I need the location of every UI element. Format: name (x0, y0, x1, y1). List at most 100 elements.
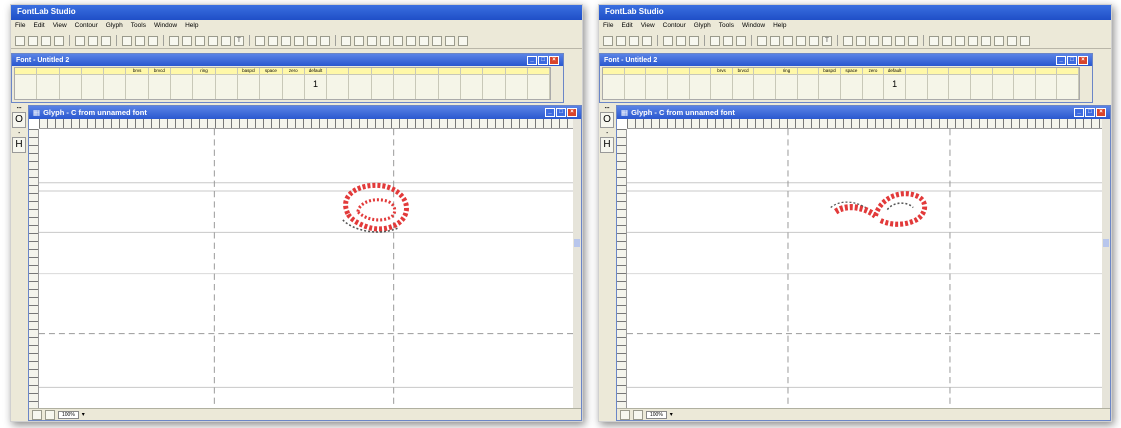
knife-icon[interactable] (856, 35, 866, 46)
pencil-icon[interactable] (783, 35, 793, 46)
frame-icon[interactable] (320, 35, 330, 46)
font-grid-cell[interactable]: space (260, 68, 283, 99)
glyph-canvas[interactable] (627, 129, 1102, 408)
font-grid-cell[interactable] (215, 68, 238, 99)
font-grid-cell[interactable]: zero (862, 68, 885, 99)
font-grid-cell[interactable] (349, 68, 372, 99)
point-icon[interactable] (843, 35, 853, 46)
font-grid-cell[interactable]: zero (282, 68, 305, 99)
measure-icon[interactable] (221, 35, 231, 46)
grid-icon[interactable] (294, 35, 304, 46)
font-grid-cell[interactable]: brvs (126, 68, 149, 99)
font-grid-cell[interactable]: default 1 (304, 68, 328, 99)
font-grid-cell[interactable] (371, 68, 395, 99)
square-icon[interactable] (994, 35, 1004, 46)
hint-v-icon[interactable] (406, 35, 416, 46)
menu-view[interactable]: View (53, 22, 67, 31)
font-grid-cell[interactable] (1057, 68, 1080, 99)
arrow-tool-icon[interactable] (341, 35, 351, 46)
font-grid-cell[interactable] (59, 68, 82, 99)
font-grid-cell[interactable] (667, 68, 690, 99)
zoom-icon[interactable] (1020, 35, 1030, 46)
chevron-down-icon[interactable]: ▾ (82, 411, 85, 418)
scroll-thumb[interactable] (1103, 239, 1109, 247)
vertical-scrollbar[interactable] (573, 119, 581, 408)
rect-icon[interactable] (281, 35, 291, 46)
font-grid-cell[interactable] (905, 68, 928, 99)
maximize-icon[interactable]: □ (556, 108, 566, 117)
point-icon[interactable] (255, 35, 265, 46)
cut-icon[interactable] (75, 35, 85, 46)
menu-file[interactable]: File (603, 22, 613, 31)
arrow-tool-icon[interactable] (929, 35, 939, 46)
menu-file[interactable]: File (15, 22, 25, 31)
hint-icon[interactable] (968, 35, 978, 46)
font-grid-cell[interactable] (927, 68, 950, 99)
font-grid-cell[interactable]: brvcd (148, 68, 172, 99)
minimize-icon[interactable]: _ (1056, 55, 1066, 65)
font-grid-cell[interactable] (327, 68, 350, 99)
copy-icon[interactable] (676, 35, 686, 46)
zoom-icon[interactable] (458, 35, 468, 46)
font-grid-cell[interactable] (970, 68, 993, 99)
font-grid-cell[interactable]: ring (193, 68, 216, 99)
minimize-icon[interactable]: _ (527, 55, 537, 65)
font-grid-cell[interactable]: baspcl (819, 68, 842, 99)
font-grid-cell[interactable] (1014, 68, 1036, 99)
font-grid-cell[interactable]: default 1 (884, 68, 906, 99)
glyph-tool-icon[interactable] (148, 35, 158, 46)
menu-tools[interactable]: Tools (131, 22, 146, 31)
brush-icon[interactable] (942, 35, 952, 46)
pen-icon[interactable] (770, 35, 780, 46)
open-icon[interactable] (28, 35, 38, 46)
new-icon[interactable] (603, 35, 613, 46)
close-icon[interactable]: × (549, 55, 559, 65)
menu-edit[interactable]: Edit (33, 22, 44, 31)
font-grid-cell[interactable] (603, 68, 625, 99)
font-grid-cell[interactable] (416, 68, 439, 99)
glyph-canvas[interactable] (39, 129, 573, 408)
redo-icon[interactable] (723, 35, 733, 46)
menu-edit[interactable]: Edit (621, 22, 632, 31)
menu-glyph[interactable]: Glyph (694, 22, 711, 31)
knife-icon[interactable] (268, 35, 278, 46)
glyph-tool-icon[interactable] (736, 35, 746, 46)
contour-tool-icon[interactable] (169, 35, 179, 46)
layer-icon[interactable] (32, 409, 42, 420)
copy-icon[interactable] (88, 35, 98, 46)
font-grid-cell[interactable] (104, 68, 127, 99)
close-icon[interactable]: × (1078, 55, 1088, 65)
menu-help[interactable]: Help (773, 22, 786, 31)
font-grid-cell[interactable]: brvs (711, 68, 733, 99)
text-tool-icon[interactable]: T (234, 35, 244, 46)
scroll-thumb[interactable] (574, 239, 580, 247)
open-icon[interactable] (616, 35, 626, 46)
font-grid-cell[interactable] (646, 68, 668, 99)
curve-icon[interactable] (955, 35, 965, 46)
undo-icon[interactable] (710, 35, 720, 46)
hint-h-icon[interactable] (419, 35, 429, 46)
rect-icon[interactable] (869, 35, 879, 46)
zoom-select[interactable]: 100% (646, 410, 667, 419)
menu-contour[interactable]: Contour (75, 22, 98, 31)
font-grid-cell[interactable] (527, 68, 551, 99)
font-grid-cell[interactable] (754, 68, 777, 99)
font-grid-cell[interactable] (483, 68, 506, 99)
paste-icon[interactable] (101, 35, 111, 46)
measure-icon[interactable] (809, 35, 819, 46)
square-icon[interactable] (432, 35, 442, 46)
pencil-icon[interactable] (195, 35, 205, 46)
font-grid-cell[interactable]: brvcd (732, 68, 755, 99)
menu-glyph[interactable]: Glyph (106, 22, 123, 31)
grid-icon[interactable] (882, 35, 892, 46)
menu-window[interactable]: Window (154, 22, 177, 31)
print-icon[interactable] (642, 35, 652, 46)
print-icon[interactable] (54, 35, 64, 46)
node-icon[interactable] (380, 35, 390, 46)
new-icon[interactable] (15, 35, 25, 46)
frame-icon[interactable] (908, 35, 918, 46)
glyph-outline-c[interactable] (342, 182, 409, 233)
font-grid-cell[interactable] (15, 68, 38, 99)
font-grid-cell[interactable] (624, 68, 647, 99)
font-grid-cell[interactable] (171, 68, 194, 99)
